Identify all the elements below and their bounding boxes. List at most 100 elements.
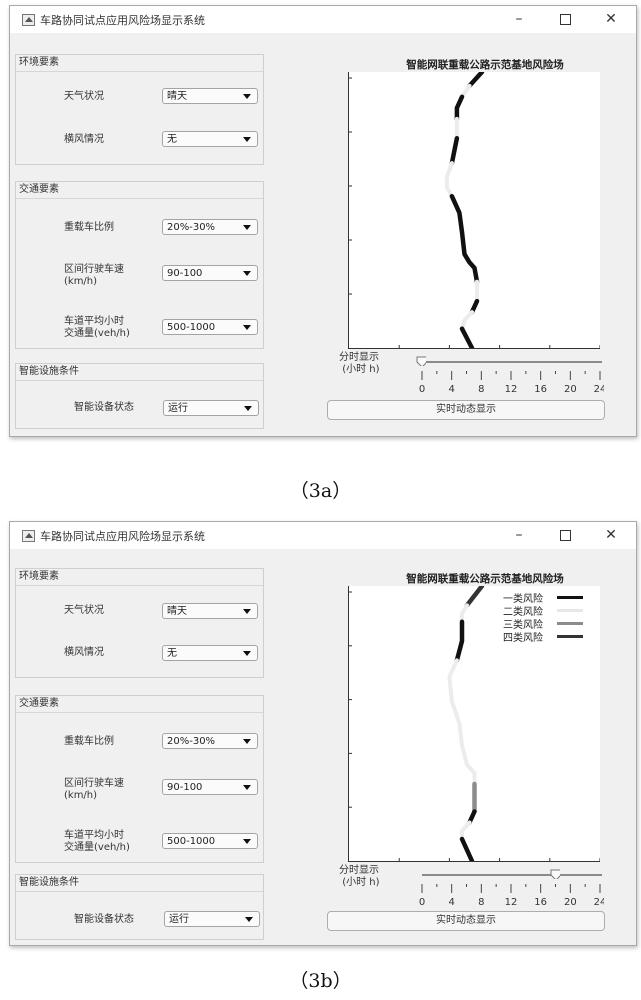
minimize-button[interactable]: – [504, 525, 534, 545]
minimize-button[interactable]: – [504, 9, 534, 29]
crosswind-dropdown[interactable]: 无 [162, 131, 258, 147]
dropdown-arrow-icon [244, 406, 252, 411]
label-line: 分时显示 [339, 865, 379, 876]
matlab-figure-icon [22, 14, 35, 26]
dropdown-arrow-icon [243, 325, 251, 330]
dropdown-arrow-icon [243, 739, 251, 744]
risk-field-axes [348, 72, 600, 349]
dropdown-arrow-icon [243, 94, 251, 99]
maximize-button[interactable] [550, 9, 580, 29]
matlab-figure-icon [22, 530, 35, 542]
realtime-display-button[interactable]: 实时动态显示 [327, 400, 605, 420]
heavy-vehicle-ratio-label: 重载车比例 [64, 736, 114, 747]
risk-segment [444, 161, 454, 199]
device-status-dropdown[interactable]: 运行 [164, 911, 260, 927]
legend-item: 三类风险 [503, 616, 597, 631]
slider-label: 分时显示 (小时 h) [339, 865, 380, 889]
legend-swatch [557, 635, 583, 638]
device-status-dropdown[interactable]: 运行 [163, 400, 259, 416]
heavy-vehicle-ratio-label: 重载车比例 [64, 222, 114, 233]
dropdown-value: 20%-30% [167, 736, 216, 747]
legend-item: 四类风险 [503, 629, 597, 644]
slider-label: 分时显示 (小时 h) [339, 352, 380, 376]
legend-label: 四类风险 [503, 633, 543, 644]
label-line: 车道平均小时 [64, 316, 124, 327]
legend-swatch [557, 596, 583, 599]
window-title: 车路协同试点应用风险场显示系统 [40, 530, 205, 543]
env-panel: 环境要素 天气状况 晴天 横风情况 无 [15, 568, 264, 678]
maximize-icon [559, 14, 571, 25]
slider-thumb[interactable] [550, 869, 560, 879]
risk-segment [467, 72, 485, 89]
risk-segment [459, 836, 475, 861]
risk-legend: 一类风险 二类风险 三类风险 四类风险 [503, 590, 597, 644]
smart-facility-panel: 智能设施条件 智能设备状态 运行 [15, 874, 264, 940]
dropdown-arrow-icon [243, 785, 251, 790]
speed-label: 区间行驶车速 (km/h) [64, 264, 124, 288]
label-line: 车道平均小时 [64, 830, 124, 841]
panel-title: 智能设施条件 [16, 875, 263, 892]
volume-dropdown[interactable]: 500-1000 [162, 319, 258, 335]
risk-segment [459, 326, 475, 348]
slider-tick-label: 12 [505, 384, 518, 395]
label-line: 区间行驶车速 [64, 778, 124, 789]
dropdown-value: 运行 [169, 914, 189, 925]
slider-tick-label: 8 [478, 897, 484, 908]
volume-label: 车道平均小时 交通量(veh/h) [64, 316, 130, 340]
dropdown-arrow-icon [243, 839, 251, 844]
panel-title: 环境要素 [16, 55, 263, 72]
speed-dropdown[interactable]: 90-100 [162, 265, 258, 281]
speed-dropdown[interactable]: 90-100 [162, 779, 258, 795]
dropdown-value: 500-1000 [167, 836, 216, 847]
device-status-label: 智能设备状态 [74, 914, 134, 925]
risk-segment [460, 310, 474, 331]
heavy-vehicle-ratio-dropdown[interactable]: 20%-30% [162, 733, 258, 749]
weather-label: 天气状况 [64, 605, 104, 616]
risk-segment [449, 135, 460, 166]
risk-segment [460, 603, 469, 624]
close-button[interactable]: ✕ [596, 525, 626, 545]
slider-scale: 0 4 8 12 16 20 24 [419, 884, 604, 908]
figure-caption: （3b） [289, 970, 352, 992]
slider-thumb[interactable] [416, 356, 426, 366]
hour-slider[interactable]: 0 4 8 12 16 20 24 [416, 355, 604, 395]
dropdown-value: 90-100 [167, 268, 203, 279]
dropdown-arrow-icon [243, 651, 251, 656]
slider-tick-label: 16 [534, 384, 547, 395]
maximize-button[interactable] [550, 525, 580, 545]
slider-tick-label: 24 [594, 897, 604, 908]
slider-track[interactable] [422, 874, 602, 876]
legend-item: 一类风险 [503, 590, 597, 605]
weather-dropdown[interactable]: 晴天 [162, 603, 258, 619]
risk-segment [449, 193, 480, 285]
dropdown-value: 运行 [168, 403, 188, 414]
speed-label: 区间行驶车速 (km/h) [64, 778, 124, 802]
slider-track[interactable] [422, 361, 602, 363]
realtime-display-button[interactable]: 实时动态显示 [327, 911, 605, 931]
dropdown-value: 90-100 [167, 782, 203, 793]
label-line: 分时显示 [339, 352, 379, 363]
panel-title: 交通要素 [16, 182, 263, 199]
label-line: (km/h) [64, 790, 98, 801]
smart-facility-panel: 智能设施条件 智能设备状态 运行 [15, 363, 264, 429]
weather-dropdown[interactable]: 晴天 [162, 88, 258, 104]
title-bar: 车路协同试点应用风险场显示系统 – ✕ [10, 6, 636, 33]
crosswind-dropdown[interactable]: 无 [162, 645, 258, 661]
dropdown-value: 无 [167, 134, 177, 145]
risk-segment [460, 820, 472, 841]
close-button[interactable]: ✕ [596, 9, 626, 29]
dropdown-arrow-icon [243, 225, 251, 230]
slider-tick-label: 4 [448, 384, 454, 395]
window-title: 车路协同试点应用风险场显示系统 [40, 14, 205, 27]
dropdown-value: 无 [167, 648, 177, 659]
weather-label: 天气状况 [64, 91, 104, 102]
traffic-panel: 交通要素 重载车比例 20%-30% 区间行驶车速 (km/h) 90-100 车… [15, 181, 264, 349]
heavy-vehicle-ratio-dropdown[interactable]: 20%-30% [162, 219, 258, 235]
label-line: 交通量(veh/h) [64, 842, 130, 853]
label-line: (小时 h) [342, 877, 380, 888]
hour-slider[interactable]: 0 4 8 12 16 20 24 [418, 868, 604, 908]
volume-dropdown[interactable]: 500-1000 [162, 833, 258, 849]
risk-segment [454, 94, 465, 122]
dropdown-value: 500-1000 [167, 322, 216, 333]
dropdown-arrow-icon [243, 609, 251, 614]
